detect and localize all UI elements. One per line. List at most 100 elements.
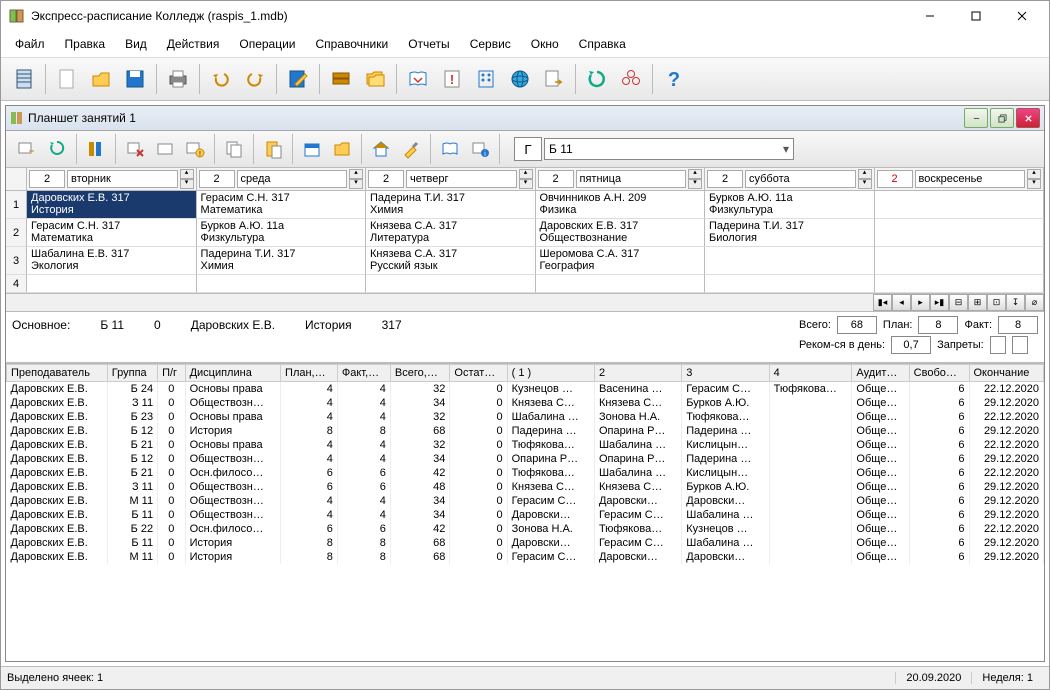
st-paste-icon[interactable] bbox=[259, 135, 287, 163]
st-copy-icon[interactable] bbox=[220, 135, 248, 163]
st-card-icon[interactable] bbox=[151, 135, 179, 163]
schedule-cell[interactable] bbox=[536, 275, 706, 293]
col-header[interactable]: Всего,… bbox=[390, 365, 450, 382]
table-row[interactable]: Даровских Е.В.М 110Обществозн…44340Герас… bbox=[7, 494, 1044, 508]
st-calendar-icon[interactable] bbox=[298, 135, 326, 163]
schedule-cell[interactable]: Овчинников А.Н. 209Физика bbox=[536, 191, 706, 219]
menu-Справочники[interactable]: Справочники bbox=[308, 35, 397, 53]
day-spinner[interactable]: ▴▾ bbox=[349, 169, 363, 189]
st-card-warn-icon[interactable]: ! bbox=[181, 135, 209, 163]
day-num[interactable]: 2 bbox=[538, 170, 574, 188]
nav-b3[interactable]: ⊡ bbox=[987, 294, 1006, 311]
st-book2-icon[interactable] bbox=[436, 135, 464, 163]
menu-Окно[interactable]: Окно bbox=[523, 35, 567, 53]
day-num[interactable]: 2 bbox=[29, 170, 65, 188]
day-num[interactable]: 2 bbox=[707, 170, 743, 188]
table-row[interactable]: Даровских Е.В.Б 210Основы права44320Тюфя… bbox=[7, 438, 1044, 452]
menu-Справка[interactable]: Справка bbox=[571, 35, 634, 53]
table-row[interactable]: Даровских Е.В.Б 110История88680Даровски…… bbox=[7, 536, 1044, 550]
col-header[interactable]: Окончание bbox=[969, 365, 1044, 382]
schedule-cell[interactable]: Падерина Т.И. 317Химия bbox=[366, 191, 536, 219]
undo-icon[interactable] bbox=[204, 62, 238, 96]
col-header[interactable]: ( 1 ) bbox=[507, 365, 594, 382]
abacus-icon[interactable] bbox=[469, 62, 503, 96]
menu-Вид[interactable]: Вид bbox=[117, 35, 155, 53]
schedule-cell[interactable]: Падерина Т.И. 317Биология bbox=[705, 219, 875, 247]
group-combo[interactable]: Б 11 bbox=[544, 138, 794, 160]
globe-icon[interactable] bbox=[503, 62, 537, 96]
sub-minimize-button[interactable] bbox=[964, 108, 988, 128]
menu-Действия[interactable]: Действия bbox=[159, 35, 228, 53]
day-name[interactable]: воскресенье bbox=[915, 170, 1026, 188]
schedule-cell[interactable]: Шабалина Е.В. 317Экология bbox=[27, 247, 197, 275]
table-row[interactable]: Даровских Е.В.М 110История88680Герасим С… bbox=[7, 550, 1044, 564]
save-icon[interactable] bbox=[118, 62, 152, 96]
nav-last[interactable]: ▸▮ bbox=[930, 294, 949, 311]
st-del-icon[interactable] bbox=[121, 135, 149, 163]
menu-Операции[interactable]: Операции bbox=[231, 35, 303, 53]
refresh-icon[interactable] bbox=[580, 62, 614, 96]
schedule-cell[interactable] bbox=[366, 275, 536, 293]
menu-Сервис[interactable]: Сервис bbox=[462, 35, 519, 53]
nav-b4[interactable]: ↧ bbox=[1006, 294, 1025, 311]
day-spinner[interactable]: ▴▾ bbox=[858, 169, 872, 189]
schedule-cell[interactable]: Даровских Е.В. 317Обществознание bbox=[536, 219, 706, 247]
sub-close-button[interactable] bbox=[1016, 108, 1040, 128]
st-home-icon[interactable] bbox=[367, 135, 395, 163]
page-warn-icon[interactable]: ! bbox=[435, 62, 469, 96]
day-name[interactable]: пятница bbox=[576, 170, 687, 188]
day-name[interactable]: вторник bbox=[67, 170, 178, 188]
day-spinner[interactable]: ▴▾ bbox=[180, 169, 194, 189]
schedule-cell[interactable]: Бурков А.Ю. 11аФизкультура bbox=[197, 219, 367, 247]
day-spinner[interactable]: ▴▾ bbox=[519, 169, 533, 189]
print-icon[interactable] bbox=[161, 62, 195, 96]
nav-b5[interactable]: ⌀ bbox=[1025, 294, 1044, 311]
st-btn-1[interactable] bbox=[13, 135, 41, 163]
col-header[interactable]: Остат… bbox=[450, 365, 507, 382]
table-row[interactable]: Даровских Е.В.Б 240Основы права44320Кузн… bbox=[7, 382, 1044, 397]
close-button[interactable] bbox=[999, 1, 1045, 31]
st-folder-icon[interactable] bbox=[328, 135, 356, 163]
table-row[interactable]: Даровских Е.В.Б 120История88680Падерина … bbox=[7, 424, 1044, 438]
day-num[interactable]: 2 bbox=[368, 170, 404, 188]
st-book-up-icon[interactable] bbox=[82, 135, 110, 163]
day-num[interactable]: 2 bbox=[199, 170, 235, 188]
table-row[interactable]: Даровских Е.В.З 110Обществозн…66480Князе… bbox=[7, 480, 1044, 494]
st-refresh-icon[interactable] bbox=[43, 135, 71, 163]
type-combo[interactable] bbox=[514, 137, 542, 161]
help-icon[interactable]: ? bbox=[657, 62, 691, 96]
new-icon[interactable] bbox=[50, 62, 84, 96]
schedule-cell[interactable] bbox=[875, 247, 1045, 275]
schedule-cell[interactable]: Герасим С.Н. 317Математика bbox=[27, 219, 197, 247]
col-header[interactable]: 2 bbox=[594, 365, 681, 382]
menu-Отчеты[interactable]: Отчеты bbox=[400, 35, 457, 53]
schedule-cell[interactable]: Падерина Т.И. 317Химия bbox=[197, 247, 367, 275]
schedule-cell[interactable]: Даровских Е.В. 317История bbox=[27, 191, 197, 219]
schedule-cell[interactable] bbox=[705, 275, 875, 293]
col-header[interactable]: Группа bbox=[107, 365, 157, 382]
col-header[interactable]: Аудит… bbox=[852, 365, 909, 382]
schedule-cell[interactable]: Герасим С.Н. 317Математика bbox=[197, 191, 367, 219]
schedule-cell[interactable] bbox=[705, 247, 875, 275]
col-header[interactable]: 3 bbox=[682, 365, 769, 382]
col-header[interactable]: Дисциплина bbox=[185, 365, 280, 382]
schedule-cell[interactable]: Шеромова С.А. 317География bbox=[536, 247, 706, 275]
day-spinner[interactable]: ▴▾ bbox=[688, 169, 702, 189]
edit-icon[interactable] bbox=[281, 62, 315, 96]
day-name[interactable]: четверг bbox=[406, 170, 517, 188]
nav-b1[interactable]: ⊟ bbox=[949, 294, 968, 311]
day-num[interactable]: 2 bbox=[877, 170, 913, 188]
schedule-cell[interactable]: Князева С.А. 317Русский язык bbox=[366, 247, 536, 275]
day-name[interactable]: среда bbox=[237, 170, 348, 188]
col-header[interactable]: План,… bbox=[281, 365, 338, 382]
data-table-wrap[interactable]: ПреподавательГруппаП/гДисциплинаПлан,…Фа… bbox=[6, 363, 1044, 661]
tray-icon[interactable] bbox=[324, 62, 358, 96]
table-row[interactable]: Даровских Е.В.З 110Обществозн…44340Князе… bbox=[7, 396, 1044, 410]
col-header[interactable]: Преподаватель bbox=[7, 365, 108, 382]
menu-Правка[interactable]: Правка bbox=[57, 35, 114, 53]
nav-next[interactable]: ▸ bbox=[911, 294, 930, 311]
col-header[interactable]: П/г bbox=[158, 365, 185, 382]
schedule-cell[interactable] bbox=[875, 219, 1045, 247]
flower-icon[interactable] bbox=[614, 62, 648, 96]
col-header[interactable]: 4 bbox=[769, 365, 852, 382]
